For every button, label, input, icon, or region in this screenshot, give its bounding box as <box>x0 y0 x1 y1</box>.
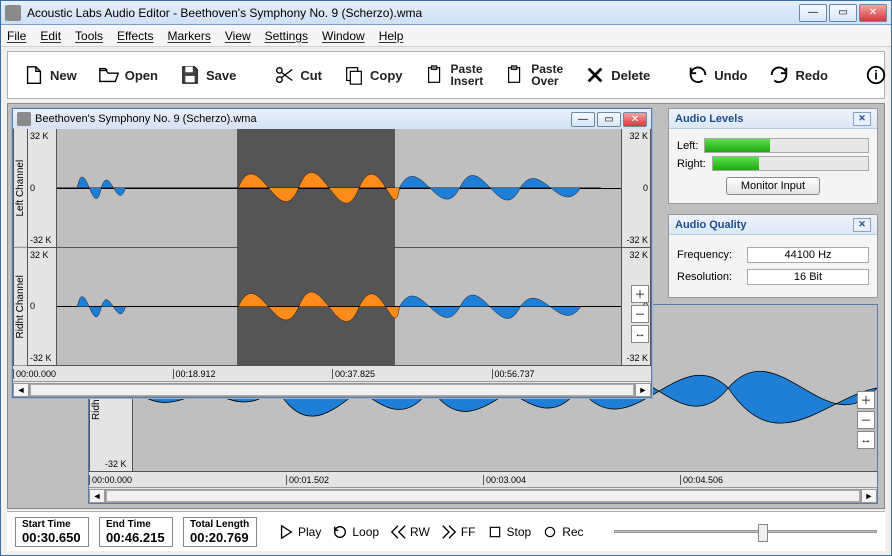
record-button[interactable]: Rec <box>541 523 583 541</box>
doc-titlebar: Beethoven's Symphony No. 9 (Scherzo).wma… <box>13 109 651 129</box>
hscrollbar[interactable]: ◄► <box>13 381 651 397</box>
window-title: Acoustic Labs Audio Editor - Beethoven's… <box>27 6 799 20</box>
audio-quality-panel: Audio Quality✕ Frequency:44100 Hz Resolu… <box>668 214 878 298</box>
undo-button[interactable]: Undo <box>678 59 755 91</box>
workspace: Ridht Channel 32 K0-32 K ＋ － ↔ 00:00.000… <box>7 103 885 509</box>
audio-levels-panel: Audio Levels✕ Left: Right: Monitor Input <box>668 108 878 204</box>
stop-icon <box>486 523 504 541</box>
toolbar: New Open Save Cut Copy PasteInsert Paste… <box>7 51 885 99</box>
record-icon <box>541 523 559 541</box>
cut-button[interactable]: Cut <box>264 59 330 91</box>
start-time-box: Start Time 00:30.650 <box>15 517 89 547</box>
hscrollbar-bg[interactable]: ◄► <box>89 487 877 503</box>
loop-button[interactable]: Loop <box>331 523 379 541</box>
play-button[interactable]: Play <box>277 523 321 541</box>
statusbar: Start Time 00:30.650 End Time 00:46.215 … <box>7 511 885 551</box>
menu-help[interactable]: Help <box>379 29 404 43</box>
doc-close-button[interactable]: ✕ <box>623 112 647 127</box>
fastforward-button[interactable]: FF <box>440 523 476 541</box>
menu-edit[interactable]: Edit <box>40 29 61 43</box>
help-icon: i <box>864 63 888 87</box>
doc-title: Beethoven's Symphony No. 9 (Scherzo).wma <box>35 113 571 125</box>
monitor-input-button[interactable]: Monitor Input <box>726 177 820 195</box>
save-button[interactable]: Save <box>170 59 244 91</box>
menu-tools[interactable]: Tools <box>75 29 103 43</box>
menu-settings[interactable]: Settings <box>265 29 308 43</box>
zoom-out-button-bg[interactable]: － <box>857 411 875 429</box>
redo-button[interactable]: Redo <box>759 59 836 91</box>
rewind-button[interactable]: RW <box>389 523 430 541</box>
paste-over-button[interactable]: PasteOver <box>495 59 571 91</box>
open-button[interactable]: Open <box>89 59 166 91</box>
copy-button[interactable]: Copy <box>334 59 411 91</box>
waveform-left[interactable] <box>57 129 621 247</box>
titlebar: Acoustic Labs Audio Editor - Beethoven's… <box>1 1 891 25</box>
delete-icon <box>583 63 607 87</box>
save-icon <box>178 63 202 87</box>
channel-label-right: Ridht Channel <box>13 248 27 366</box>
frequency-value: 44100 Hz <box>747 247 869 263</box>
fastforward-icon <box>440 523 458 541</box>
waveform-area: Left Channel 32 K0-32 K 32 K0-32 K <box>13 129 651 365</box>
paste-over-icon <box>503 63 527 87</box>
doc-minimize-button[interactable]: — <box>571 112 595 127</box>
new-file-icon <box>22 63 46 87</box>
close-button[interactable]: ✕ <box>859 4 887 22</box>
copy-icon <box>342 63 366 87</box>
menu-file[interactable]: File <box>7 29 26 43</box>
menu-effects[interactable]: Effects <box>117 29 153 43</box>
menu-window[interactable]: Window <box>322 29 365 43</box>
zoom-fit-button[interactable]: ↔ <box>631 325 649 343</box>
stop-button[interactable]: Stop <box>486 523 532 541</box>
scissors-icon <box>272 63 296 87</box>
quality-close-icon[interactable]: ✕ <box>853 218 871 232</box>
level-meter-left <box>704 138 869 153</box>
app-window: Acoustic Labs Audio Editor - Beethoven's… <box>0 0 892 556</box>
maximize-button[interactable]: ▭ <box>829 4 857 22</box>
menubar: File Edit Tools Effects Markers View Set… <box>1 25 891 47</box>
help-button[interactable]: iHelp <box>856 59 892 91</box>
zoom-in-button-bg[interactable]: ＋ <box>857 391 875 409</box>
menu-markers[interactable]: Markers <box>168 29 211 43</box>
paste-insert-icon <box>423 63 447 87</box>
rewind-icon <box>389 523 407 541</box>
levels-close-icon[interactable]: ✕ <box>853 112 871 126</box>
channel-label-left: Left Channel <box>13 129 27 247</box>
position-slider[interactable] <box>614 530 877 533</box>
redo-icon <box>767 63 791 87</box>
doc-maximize-button[interactable]: ▭ <box>597 112 621 127</box>
document-window: Beethoven's Symphony No. 9 (Scherzo).wma… <box>12 108 652 398</box>
time-ruler: 00:00.000 00:18.912 00:37.825 00:56.737 <box>13 365 651 381</box>
app-icon <box>5 5 21 21</box>
total-length-box: Total Length 00:20.769 <box>183 517 257 547</box>
paste-insert-button[interactable]: PasteInsert <box>415 59 492 91</box>
minimize-button[interactable]: — <box>799 4 827 22</box>
resolution-value: 16 Bit <box>747 269 869 285</box>
loop-icon <box>331 523 349 541</box>
play-icon <box>277 523 295 541</box>
zoom-out-button[interactable]: － <box>631 305 649 323</box>
zoom-in-button[interactable]: ＋ <box>631 285 649 303</box>
doc-icon <box>17 112 31 126</box>
zoom-fit-button-bg[interactable]: ↔ <box>857 431 875 449</box>
folder-open-icon <box>97 63 121 87</box>
menu-view[interactable]: View <box>225 29 251 43</box>
waveform-right[interactable] <box>57 248 621 366</box>
end-time-box: End Time 00:46.215 <box>99 517 173 547</box>
svg-text:i: i <box>874 68 878 83</box>
undo-icon <box>686 63 710 87</box>
new-button[interactable]: New <box>14 59 85 91</box>
level-meter-right <box>712 156 869 171</box>
delete-button[interactable]: Delete <box>575 59 658 91</box>
time-ruler-bg: 00:00.000 00:01.502 00:03.004 00:04.506 <box>89 471 877 487</box>
